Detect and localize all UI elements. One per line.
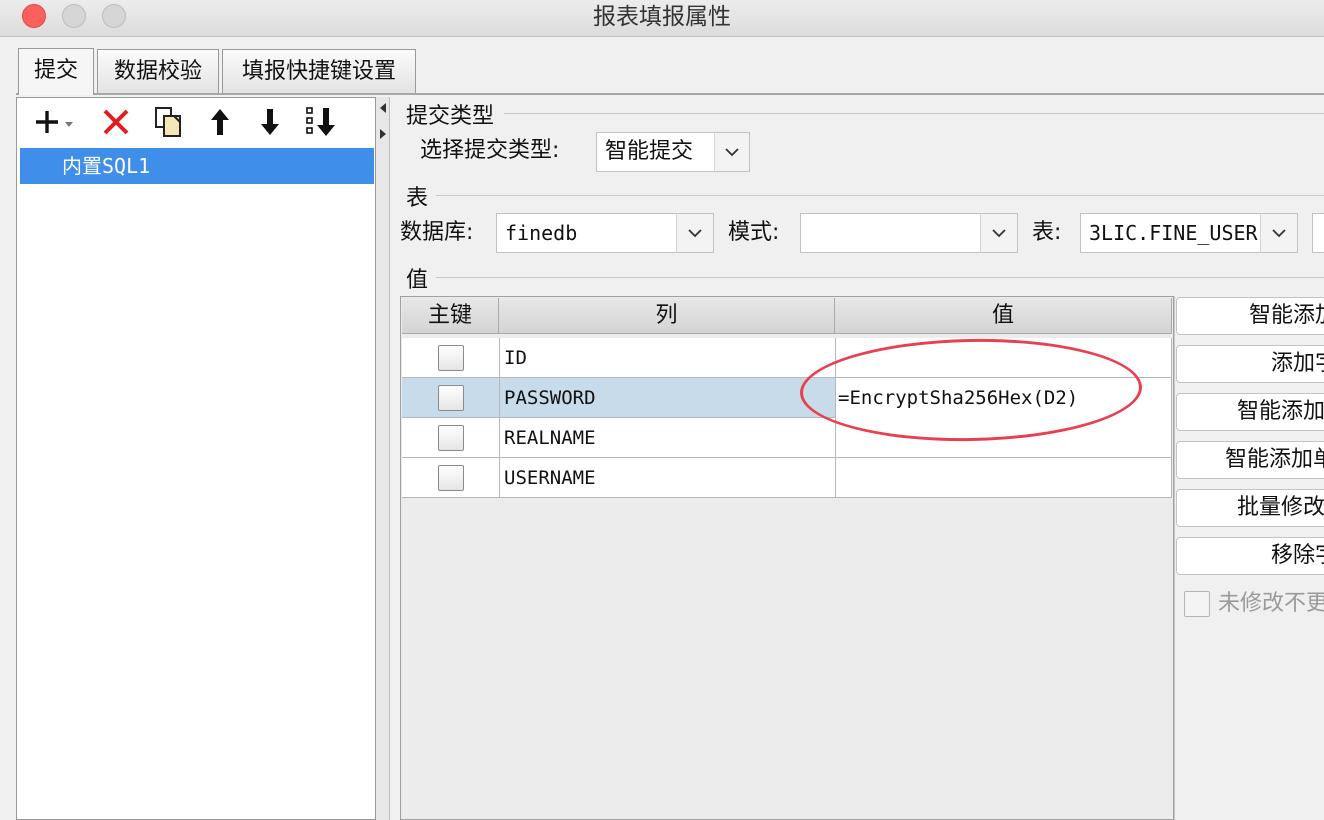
add-button[interactable] (30, 99, 82, 145)
primary-key-checkbox[interactable] (438, 465, 464, 491)
header-value[interactable]: 值 (835, 298, 1172, 334)
primary-key-cell (402, 458, 500, 498)
header-primary-key[interactable]: 主键 (402, 298, 499, 334)
tab-divider (16, 93, 1324, 95)
move-to-bottom-icon (306, 107, 335, 136)
remove-field-button[interactable]: 移除字 (1176, 537, 1324, 575)
submit-type-label: 选择提交类型: (420, 138, 560, 163)
table-row[interactable]: USERNAME (402, 458, 1172, 498)
section-separator (504, 113, 1324, 114)
chevron-down-icon (725, 148, 739, 157)
table-extra-field[interactable] (1312, 213, 1324, 253)
submit-type-section-label: 提交类型 (406, 104, 495, 129)
chevron-down-icon (688, 229, 702, 238)
unchanged-no-update-label: 未修改不更 (1218, 591, 1324, 616)
chevron-down-icon (992, 229, 1006, 238)
column-cell[interactable]: USERNAME (500, 458, 836, 498)
window-title: 报表填报属性 (593, 4, 731, 30)
column-cell[interactable]: REALNAME (500, 418, 836, 458)
smart-add-2-button[interactable]: 智能添加 (1176, 393, 1324, 431)
value-cell[interactable] (836, 418, 1172, 458)
schema-select[interactable] (800, 213, 982, 253)
batch-modify-button[interactable]: 批量修改 (1176, 489, 1324, 527)
move-down-button[interactable] (248, 99, 292, 145)
primary-key-cell (402, 418, 500, 458)
primary-key-cell (402, 378, 500, 418)
primary-key-checkbox[interactable] (438, 385, 464, 411)
table-row[interactable]: REALNAME (402, 418, 1172, 458)
submit-type-dropdown[interactable] (714, 132, 750, 172)
database-dropdown[interactable] (676, 213, 714, 253)
arrow-down-icon (261, 109, 279, 135)
tab-shortcut-settings[interactable]: 填报快捷键设置 (222, 49, 416, 93)
submit-list-item[interactable]: 内置SQL1 (20, 148, 374, 184)
value-cell[interactable] (836, 458, 1172, 498)
value-cell[interactable] (836, 338, 1172, 378)
submit-list-panel (16, 97, 376, 820)
schema-label: 模式: (728, 220, 780, 245)
column-cell[interactable]: ID (500, 338, 836, 378)
chevron-down-icon (1272, 229, 1286, 238)
table-row[interactable]: PASSWORD =EncryptSha256Hex(D2) (402, 378, 1172, 418)
collapse-arrow-icon (380, 103, 386, 139)
smart-add-cell-button[interactable]: 智能添加单 (1176, 441, 1324, 479)
add-field-button[interactable]: 添加字 (1176, 345, 1324, 383)
copy-icon (155, 107, 181, 137)
unchanged-no-update-checkbox[interactable] (1184, 591, 1210, 617)
move-up-button[interactable] (198, 99, 242, 145)
header-column[interactable]: 列 (499, 298, 835, 334)
primary-key-checkbox[interactable] (438, 345, 464, 371)
move-to-bottom-button[interactable] (300, 99, 344, 145)
value-cell[interactable]: =EncryptSha256Hex(D2) (836, 378, 1172, 418)
copy-button[interactable] (146, 99, 190, 145)
column-cell[interactable]: PASSWORD (500, 378, 836, 418)
tab-submit[interactable]: 提交 (18, 48, 94, 95)
schema-dropdown[interactable] (980, 213, 1018, 253)
table-select[interactable]: 3LIC.FINE_USER (1080, 213, 1262, 253)
section-separator (436, 195, 1324, 196)
primary-key-cell (402, 338, 500, 378)
add-icon (36, 111, 73, 133)
value-section-label: 值 (406, 268, 429, 293)
primary-key-checkbox[interactable] (438, 425, 464, 451)
arrow-up-icon (211, 109, 229, 135)
delete-button[interactable] (94, 99, 138, 145)
table-section-label: 表 (406, 186, 429, 211)
database-label: 数据库: (400, 220, 474, 245)
section-separator (436, 277, 1324, 278)
database-select[interactable]: finedb (496, 213, 678, 253)
delete-icon (103, 109, 129, 135)
table-row[interactable]: ID (402, 338, 1172, 378)
table-dropdown[interactable] (1260, 213, 1298, 253)
panel-splitter[interactable] (376, 97, 390, 820)
smart-add-button[interactable]: 智能添加 (1176, 297, 1324, 335)
table-label: 表: (1032, 220, 1062, 245)
submit-type-select[interactable]: 智能提交 (596, 132, 716, 172)
tab-data-validation[interactable]: 数据校验 (97, 49, 219, 93)
